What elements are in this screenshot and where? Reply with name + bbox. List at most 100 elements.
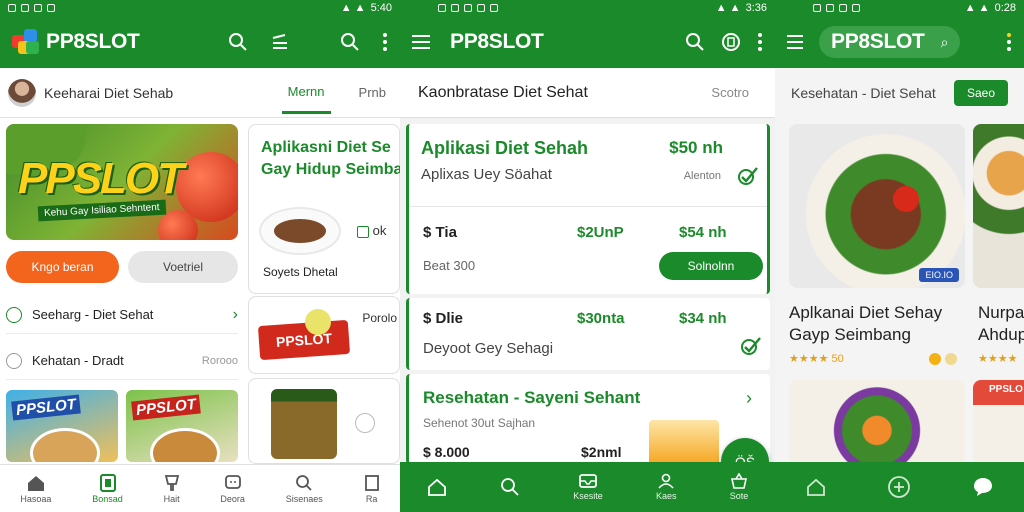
jar-image	[271, 389, 337, 459]
app-title: PP8SLOT	[450, 30, 544, 53]
recipe-title[interactable]: Aplkanai Diet Sehay Gayp Seimbang	[789, 302, 942, 346]
search-icon	[296, 474, 312, 491]
plan-row[interactable]: $ Dlie $30nta $34 nh Deyoot Gey Sehagi	[406, 298, 770, 370]
note-icon	[357, 225, 369, 238]
leaf-icon	[6, 306, 22, 323]
food-bowl-image	[150, 428, 220, 462]
recipe-card-image[interactable]	[789, 380, 965, 464]
row-label: $ Dlie	[423, 310, 464, 327]
nav-more[interactable]: Ra	[364, 474, 380, 504]
menu-icon[interactable]	[412, 34, 432, 50]
section-header: Kesehatan - Diet Sehat Saeo	[775, 68, 1024, 118]
wallet-icon[interactable]	[721, 32, 741, 52]
bottom-navigation: Ksesite Kaes Sote	[400, 462, 775, 512]
app-title: PP8SLOT	[831, 30, 925, 53]
nav-inbox[interactable]: Ksesite	[573, 473, 603, 501]
product-label: PPSLOT	[131, 394, 201, 421]
nav-home[interactable]: Hasoaa	[20, 474, 51, 504]
product-card[interactable]: PPSLOT	[6, 390, 118, 462]
tab-profile[interactable]: Prnb	[353, 73, 392, 112]
article-subtitle: Sehenot 30ut Sajhan	[423, 416, 536, 430]
status-bar: ▲ ▲ 5:40	[0, 0, 400, 16]
list-item-label: Seeharg - Diet Sehat	[32, 307, 154, 322]
inbox-icon	[579, 474, 597, 488]
product-label: PPSLO	[989, 384, 1023, 395]
nav-saved[interactable]: Bonsad	[92, 473, 123, 504]
nav-chat[interactable]: Deora	[220, 474, 245, 504]
chat-icon	[224, 474, 241, 489]
row-note: Beat 300	[423, 258, 476, 273]
save-button[interactable]: Saeo	[954, 80, 1008, 106]
product-card[interactable]: PPSLOT	[126, 390, 238, 462]
list-item[interactable]: Kehatan - Dradt Rorooo	[6, 342, 238, 380]
recipe-card-image[interactable]: PPSLO	[973, 380, 1024, 464]
recipe-card-image[interactable]: EIO.IO	[789, 124, 965, 288]
avatar[interactable]	[8, 78, 36, 107]
product-card[interactable]	[248, 378, 400, 464]
row-value: $2UnP	[577, 224, 624, 241]
nav-chat[interactable]	[972, 476, 994, 498]
logo-icon	[12, 29, 39, 55]
recipe-card-image[interactable]	[973, 124, 1024, 288]
section-header: Kaonbratase Diet Sehat Scotro	[400, 68, 775, 118]
status-bar: ▲ ▲ 0:28	[775, 0, 1024, 16]
hero-banner[interactable]: PPSLOT Kehu Gay Isiliao Sehntent	[6, 124, 238, 240]
people-icon	[658, 473, 674, 489]
plan-card[interactable]: Aplikasi Diet Sehah $50 nh Aplixas Uey S…	[406, 124, 770, 294]
more-icon[interactable]	[1006, 32, 1012, 52]
status-time: 0:28	[994, 2, 1016, 14]
nav-cup[interactable]: Hait	[164, 474, 180, 504]
plan-subtitle: Aplixas Uey Söahat	[421, 166, 552, 183]
article-card[interactable]: Resehatan - Sayeni Sehant › Sehenot 30ut…	[406, 374, 770, 464]
color-dot	[945, 353, 957, 365]
select-radio[interactable]	[355, 413, 375, 433]
promo-badge: PPSLOT	[257, 319, 351, 361]
primary-button[interactable]: Kngo beran	[6, 251, 119, 283]
hero-brand: PPSLOT	[18, 154, 184, 203]
search-icon[interactable]	[228, 32, 248, 52]
nav-add[interactable]	[887, 475, 911, 499]
status-time: 5:40	[370, 2, 392, 14]
app-bar: PP8SLOT	[400, 16, 775, 68]
nav-home[interactable]	[427, 478, 447, 496]
subscribe-button[interactable]: Solnolnn	[659, 252, 763, 280]
nav-settings[interactable]: Sote	[730, 473, 748, 501]
check-icon	[737, 166, 758, 185]
section-extra[interactable]: Scotro	[711, 85, 749, 100]
search-icon	[501, 478, 519, 496]
product-label: PPSLOT	[11, 394, 81, 421]
list-item[interactable]: Seeharg - Diet Sehat ›	[6, 296, 238, 334]
home-icon	[806, 478, 825, 496]
juice-image	[649, 420, 719, 464]
app-title: PP8SLOT	[46, 30, 140, 53]
secondary-button[interactable]: Voetriel	[128, 251, 238, 283]
list-icon	[364, 474, 379, 491]
more-icon[interactable]	[382, 32, 388, 52]
title-pill[interactable]: PP8SLOT ⌕	[819, 26, 961, 58]
nav-home[interactable]	[806, 478, 826, 496]
screen-left: ▲ ▲ 5:40 PP8SLOT Keeharai Diet Sehab Mer…	[0, 0, 400, 512]
nav-search[interactable]	[500, 477, 520, 497]
tab-menu[interactable]: Mernn	[281, 72, 331, 114]
menu-icon[interactable]	[787, 34, 805, 50]
screen-middle: ▲ ▲ 3:36 PP8SLOT Kaonbratase Diet Sehat S…	[400, 0, 775, 512]
color-dot	[929, 353, 941, 365]
search-icon-secondary[interactable]	[340, 32, 360, 52]
profile-tab-row: Keeharai Diet Sehab Mernn Prnb	[0, 68, 400, 118]
chevron-right-icon: ›	[746, 388, 752, 408]
row-price: $34 nh	[679, 310, 727, 327]
filter-icon[interactable]	[270, 32, 290, 52]
bottom-navigation	[775, 462, 1024, 512]
list-item-meta: Rorooo	[201, 354, 238, 367]
nav-search[interactable]: Sisenaes	[286, 474, 323, 504]
recipe-title[interactable]: Nurpa Ahdup	[978, 302, 1024, 346]
promo-card[interactable]: PPSLOT Porolo	[248, 296, 400, 374]
card-title-line1: Aplikasni Diet Se	[261, 139, 391, 156]
basket-icon	[731, 473, 748, 489]
article-card[interactable]: Aplikasni Diet Se Gay Hidup Seimba ok So…	[248, 124, 400, 294]
more-icon[interactable]	[757, 32, 763, 52]
list-item-label: Kehatan - Dradt	[32, 353, 124, 368]
section-title: Kesehatan - Diet Sehat	[791, 85, 936, 101]
search-icon[interactable]	[685, 32, 705, 52]
nav-people[interactable]: Kaes	[656, 473, 677, 501]
